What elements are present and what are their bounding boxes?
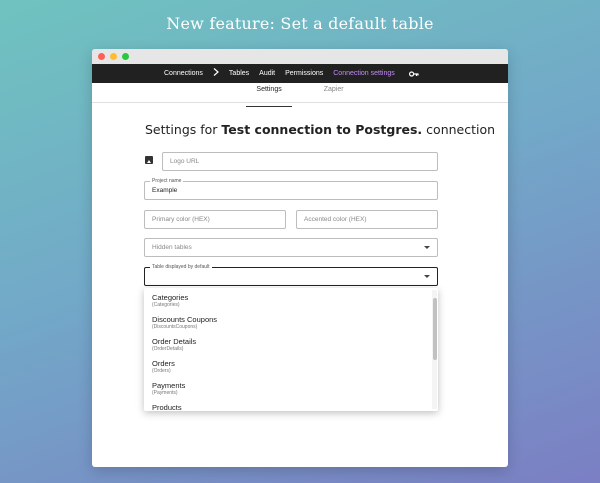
nav-connection-settings[interactable]: Connection settings [333,70,394,77]
primary-color-placeholder: Primary color (HEX) [152,216,210,223]
image-icon [145,156,153,164]
tab-zapier[interactable]: Zapier [314,86,354,102]
option-sub: (Orders) [152,368,171,374]
nav-permissions[interactable]: Permissions [285,70,323,77]
option-name: Orders [152,359,175,368]
dropdown-scroll-thumb[interactable] [433,298,437,360]
dropdown-option-products[interactable]: Products [144,401,438,411]
default-table-dropdown: Categories (Categories) Discounts Coupon… [144,288,438,411]
chevron-right-icon [213,68,219,79]
close-window-button[interactable] [98,53,105,60]
project-name-value: Example [152,187,178,194]
hidden-tables-placeholder: Hidden tables [152,244,192,251]
settings-subtabs: Settings Zapier [92,83,508,107]
nav-connections[interactable]: Connections [164,70,203,77]
page-title-prefix: Settings for [145,122,218,137]
accented-color-placeholder: Accented color (HEX) [304,216,367,223]
dropdown-option-orders[interactable]: Orders (Orders) [144,357,438,375]
banner-title: New feature: Set a default table [166,14,434,33]
option-name: Discounts Coupons [152,315,218,324]
chevron-down-icon [424,246,430,249]
nav-audit[interactable]: Audit [259,70,275,77]
tab-settings[interactable]: Settings [246,86,293,107]
option-sub: (OrderDetails) [152,346,184,352]
minimize-window-button[interactable] [110,53,117,60]
page-title: Settings for Test connection to Postgres… [145,122,495,137]
top-navbar: Connections Tables Audit Permissions Con… [92,64,508,83]
primary-color-field[interactable]: Primary color (HEX) [144,210,286,229]
option-name: Order Details [152,337,197,346]
dropdown-option-discounts-coupons[interactable]: Discounts Coupons (DiscountsCoupons) [144,313,438,331]
dropdown-option-order-details[interactable]: Order Details (OrderDetails) [144,335,438,353]
option-name: Payments [152,381,186,390]
option-name: Categories [152,293,189,302]
page-title-connection-name: Test connection to Postgres. [221,122,423,137]
default-table-label: Table displayed by default [150,264,212,270]
dropdown-option-payments[interactable]: Payments (Payments) [144,379,438,397]
tabs-divider [92,102,508,103]
dropdown-option-categories[interactable]: Categories (Categories) [144,291,438,309]
page-title-suffix: connection [426,122,496,137]
logo-url-field[interactable]: Logo URL [162,152,438,171]
project-name-field[interactable]: Project name Example [144,178,438,200]
hidden-tables-select[interactable]: Hidden tables [144,238,438,257]
logo-url-placeholder: Logo URL [170,158,200,165]
accented-color-field[interactable]: Accented color (HEX) [296,210,438,229]
key-icon[interactable] [408,70,419,78]
default-table-select[interactable]: Table displayed by default [144,264,438,286]
project-name-label: Project name [150,178,184,184]
maximize-window-button[interactable] [122,53,129,60]
window-titlebar [92,49,508,64]
nav-tables[interactable]: Tables [229,70,249,77]
option-sub: (Payments) [152,390,178,396]
app-window: Connections Tables Audit Permissions Con… [92,49,508,467]
option-name: Products [152,403,182,411]
chevron-down-icon [424,275,430,278]
option-sub: (DiscountsCoupons) [152,324,198,330]
option-sub: (Categories) [152,302,180,308]
